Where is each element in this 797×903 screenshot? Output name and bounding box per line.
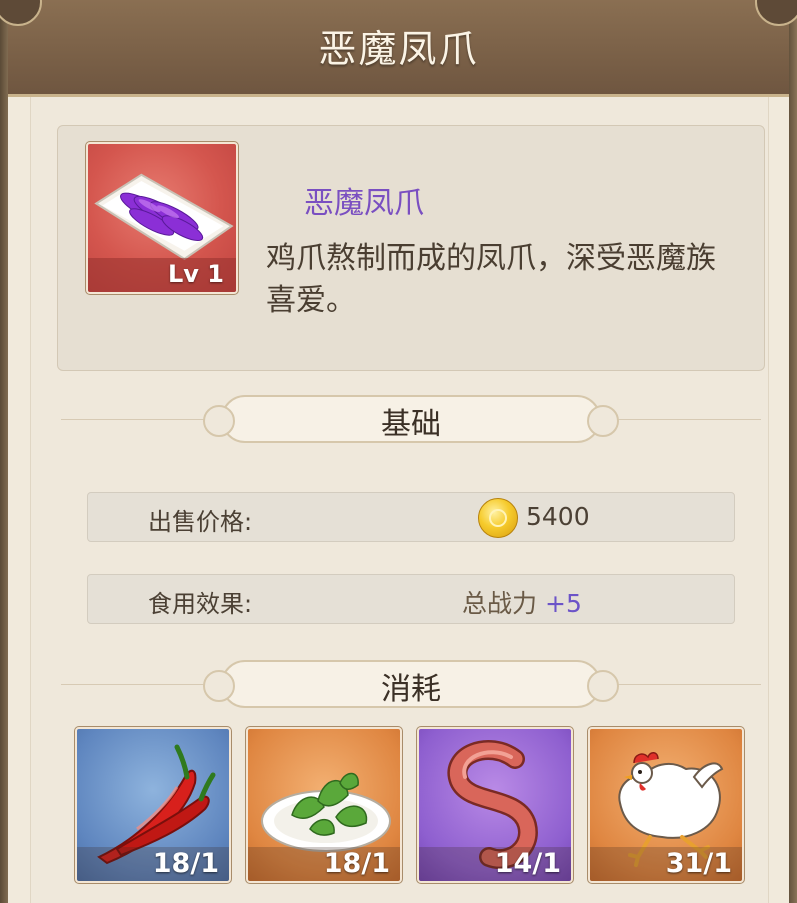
material-slot-chili[interactable]: 18/1 [74, 726, 232, 884]
panel-header: 恶魔凤爪 [0, 0, 797, 97]
section-header-basic: 基础 [61, 395, 761, 445]
gold-coin-icon [478, 498, 518, 538]
item-info-box: Lv 1 恶魔凤爪 鸡爪熬制而成的凤爪，深受恶魔族喜爱。 [57, 125, 765, 371]
item-detail-panel: 恶魔凤爪 Lv 1 恶魔凤爪 鸡爪熬制而成的凤爪，深受恶魔族喜爱。 基础 出售价… [0, 0, 797, 903]
sell-price-label: 出售价格: [148, 508, 253, 536]
section-title-basic: 基础 [381, 407, 441, 442]
material-count: 14/1 [494, 848, 561, 879]
material-count: 18/1 [323, 848, 390, 879]
section-header-consume: 消耗 [61, 660, 761, 710]
section-title-consume: 消耗 [381, 672, 441, 707]
effect-stat-name: 总战力 [462, 589, 538, 618]
eat-effect-row: 食用效果: 总战力 +5 [87, 574, 735, 624]
sell-price-row: 出售价格: 5400 [87, 492, 735, 542]
material-slot-herb[interactable]: 18/1 [245, 726, 403, 884]
material-slot-chicken[interactable]: 31/1 [587, 726, 745, 884]
sell-price-value: 5400 [526, 502, 590, 531]
eat-effect-label: 食用效果: [148, 590, 253, 618]
panel-title: 恶魔凤爪 [318, 27, 479, 71]
item-level: Lv 1 [168, 260, 224, 288]
item-icon[interactable]: Lv 1 [85, 141, 239, 295]
material-count: 31/1 [665, 848, 732, 879]
item-description: 鸡爪熬制而成的凤爪，深受恶魔族喜爱。 [266, 241, 716, 318]
eat-effect-value: 总战力 +5 [462, 584, 582, 620]
material-count: 18/1 [152, 848, 219, 879]
material-slot-worm[interactable]: 14/1 [416, 726, 574, 884]
effect-stat-bonus: +5 [545, 589, 582, 618]
item-name: 恶魔凤爪 [304, 186, 424, 221]
material-list: 18/1 18/1 14/1 31/1 [74, 726, 745, 884]
panel-content: Lv 1 恶魔凤爪 鸡爪熬制而成的凤爪，深受恶魔族喜爱。 基础 出售价格: 54… [30, 97, 769, 903]
